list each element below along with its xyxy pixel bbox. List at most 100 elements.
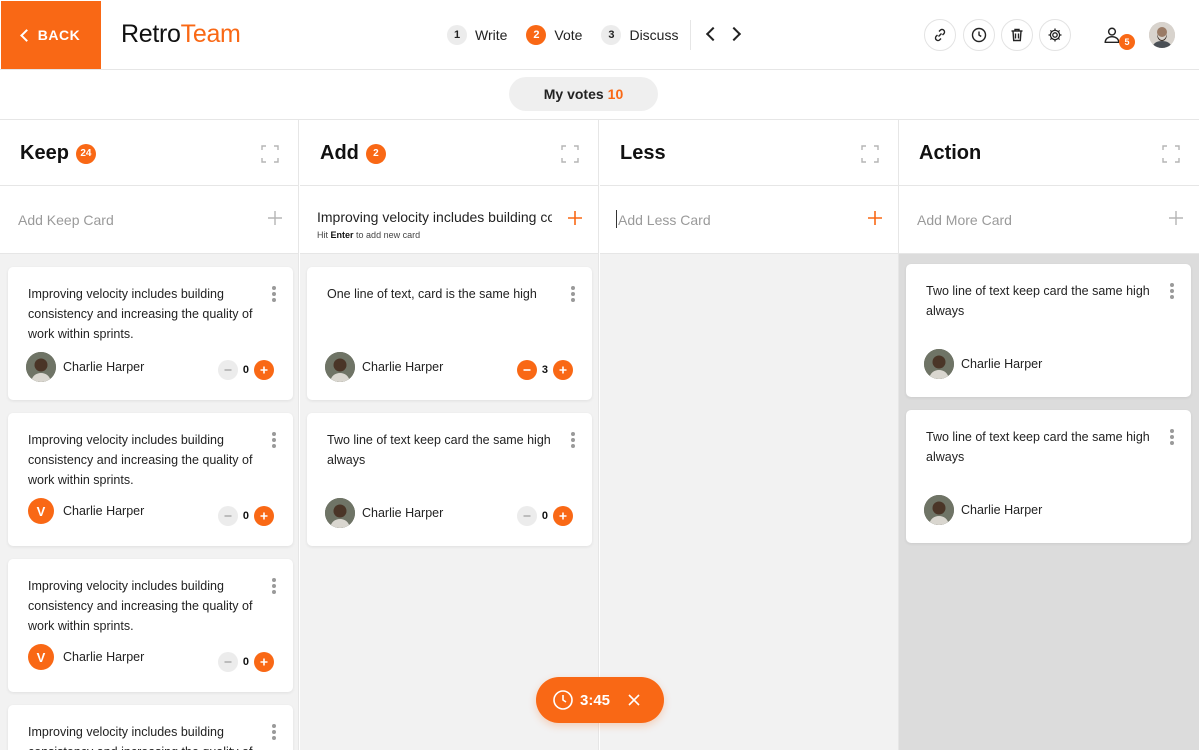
step-number: 3 — [601, 25, 622, 45]
plus-icon[interactable] — [268, 211, 282, 225]
add-card-hint: Hit Enter to add new card — [317, 230, 421, 240]
downvote-button[interactable] — [217, 652, 238, 672]
card-author: V Charlie Harper — [26, 498, 144, 524]
vote-control: 0 — [217, 360, 274, 380]
upvote-button[interactable] — [254, 506, 274, 526]
retro-card[interactable]: Two line of text keep card the same high… — [906, 264, 1191, 397]
app-logo: RetroTeam — [121, 20, 241, 48]
step-discuss[interactable]: 3 Discuss — [601, 25, 678, 45]
card-author: Charlie Harper — [26, 352, 144, 382]
clock-icon — [971, 27, 987, 43]
retro-card[interactable]: Improving velocity includes building con… — [8, 559, 293, 692]
next-step-icon[interactable] — [726, 26, 742, 42]
vote-count: 0 — [242, 510, 249, 522]
clock-icon — [553, 690, 573, 710]
card-text: Two line of text keep card the same high… — [926, 430, 1150, 464]
upvote-button[interactable] — [254, 652, 274, 672]
retro-card[interactable]: Improving velocity includes building con… — [8, 705, 293, 750]
upvote-button[interactable] — [553, 506, 573, 526]
step-label: Write — [475, 27, 508, 43]
step-write[interactable]: 1 Write — [447, 25, 507, 45]
author-name: Charlie Harper — [63, 360, 145, 374]
participants-count-badge: 5 — [1119, 34, 1135, 50]
downvote-button[interactable] — [217, 506, 238, 526]
plus-icon[interactable] — [1169, 211, 1183, 225]
delete-button[interactable] — [1001, 19, 1033, 51]
column-add: Add 2 Improving velocity includes buildi… — [300, 120, 599, 750]
upvote-button[interactable] — [254, 360, 274, 380]
kebab-icon[interactable] — [272, 724, 276, 740]
column-header: Add 2 — [300, 120, 598, 186]
vote-count: 0 — [242, 656, 249, 668]
minus-icon — [224, 515, 232, 517]
text-cursor — [616, 210, 617, 228]
link-button[interactable] — [924, 19, 956, 51]
minus-icon — [224, 369, 232, 371]
minus-icon — [224, 661, 232, 663]
timer-button[interactable] — [963, 19, 995, 51]
card-text: Improving velocity includes building con… — [28, 287, 253, 341]
expand-icon[interactable] — [861, 145, 879, 163]
add-card-input[interactable]: Improving velocity includes building co … — [300, 186, 598, 254]
kebab-icon[interactable] — [571, 432, 575, 448]
avatar: V — [28, 644, 54, 670]
expand-icon[interactable] — [261, 145, 279, 163]
phase-steps: 1 Write 2 Vote 3 Discuss — [447, 22, 697, 48]
column-keep: Keep 24 Add Keep Card Improving velocity… — [0, 120, 299, 750]
card-author: Charlie Harper — [924, 349, 1042, 379]
back-button[interactable]: BACK — [1, 1, 101, 69]
vote-control: 0 — [217, 506, 274, 526]
column-title: Keep — [20, 142, 69, 164]
plus-icon — [260, 512, 268, 520]
downvote-button[interactable] — [516, 360, 537, 380]
upvote-button[interactable] — [553, 360, 573, 380]
previous-step-icon[interactable] — [705, 26, 721, 42]
card-text: Improving velocity includes building con… — [28, 579, 253, 633]
kebab-icon[interactable] — [272, 432, 276, 448]
card-text: Improving velocity includes building con… — [28, 725, 252, 750]
kebab-icon[interactable] — [571, 286, 575, 302]
author-name: Charlie Harper — [961, 357, 1043, 371]
add-card-input[interactable]: Add More Card — [899, 186, 1199, 254]
card-author: Charlie Harper — [924, 495, 1042, 525]
vote-control: 3 — [516, 360, 573, 380]
avatar — [325, 498, 355, 528]
retro-card[interactable]: Improving velocity includes building con… — [8, 267, 293, 400]
my-votes-indicator: My votes 10 — [509, 77, 658, 111]
kebab-icon[interactable] — [272, 578, 276, 594]
add-card-input[interactable]: Add Keep Card — [0, 186, 298, 254]
add-card-input[interactable]: Add Less Card — [600, 186, 898, 254]
plus-icon — [559, 512, 567, 520]
settings-button[interactable] — [1039, 19, 1071, 51]
vote-count: 0 — [242, 364, 249, 376]
add-card-value: Improving velocity includes building co — [317, 209, 552, 225]
close-icon[interactable] — [627, 693, 641, 707]
author-name: Charlie Harper — [961, 503, 1043, 517]
retro-card[interactable]: Two line of text keep card the same high… — [307, 413, 592, 546]
card-count-badge: 2 — [365, 143, 386, 164]
kebab-icon[interactable] — [1170, 283, 1174, 299]
step-vote[interactable]: 2 Vote — [526, 25, 582, 45]
kebab-icon[interactable] — [1170, 429, 1174, 445]
plus-icon[interactable] — [568, 211, 582, 225]
vote-control: 0 — [217, 652, 274, 672]
trash-icon — [1011, 28, 1023, 42]
retro-card[interactable]: Two line of text keep card the same high… — [906, 410, 1191, 543]
downvote-button[interactable] — [217, 360, 238, 380]
step-label: Vote — [554, 27, 583, 43]
expand-icon[interactable] — [1162, 145, 1180, 163]
plus-icon[interactable] — [868, 211, 882, 225]
card-author: Charlie Harper — [325, 498, 443, 528]
column-cards — [600, 254, 898, 750]
add-card-placeholder: Add More Card — [917, 212, 1012, 228]
avatar — [26, 352, 56, 382]
card-text: Improving velocity includes building con… — [28, 433, 253, 487]
minus-icon — [523, 515, 531, 517]
add-card-placeholder: Add Keep Card — [18, 212, 114, 228]
avatar[interactable] — [1149, 22, 1175, 48]
expand-icon[interactable] — [561, 145, 579, 163]
retro-card[interactable]: Improving velocity includes building con… — [8, 413, 293, 546]
retro-card[interactable]: One line of text, card is the same high … — [307, 267, 592, 400]
kebab-icon[interactable] — [272, 286, 276, 302]
downvote-button[interactable] — [516, 506, 537, 526]
